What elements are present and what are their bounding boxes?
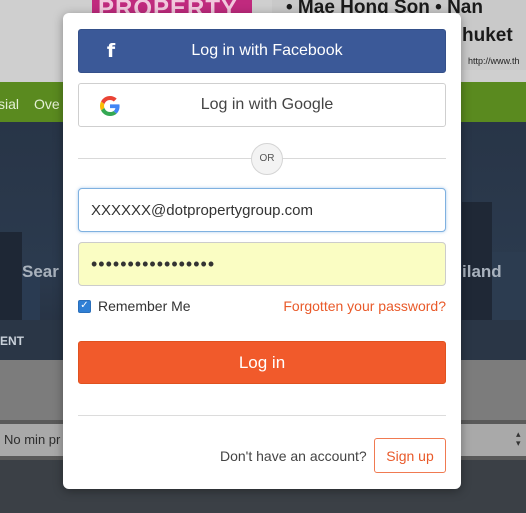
background-select-right [458, 424, 526, 456]
google-icon [100, 96, 120, 116]
or-divider-badge: OR [251, 143, 283, 175]
google-login-button[interactable]: Log in with Google [78, 83, 446, 127]
login-button[interactable]: Log in [78, 341, 446, 384]
footer-divider [78, 415, 446, 416]
background-hero-title-right: iland [462, 262, 502, 281]
password-field[interactable] [78, 242, 446, 286]
facebook-login-label: Log in with Facebook [191, 42, 343, 59]
checkmark-icon: ✓ [80, 300, 89, 311]
remember-me[interactable]: ✓ Remember Me [78, 298, 191, 314]
remember-me-checkbox[interactable]: ✓ [78, 299, 91, 313]
facebook-icon: f [106, 40, 116, 62]
background-nav-item: sial [0, 96, 20, 112]
background-nav-item: Ove [34, 96, 60, 112]
signup-button[interactable]: Sign up [374, 438, 446, 473]
facebook-login-button[interactable]: f Log in with Facebook [78, 29, 446, 73]
background-hero-title-left: Sear [22, 262, 59, 281]
banner-url: http://www.th [468, 56, 520, 66]
email-field[interactable] [78, 188, 446, 232]
forgot-password-link[interactable]: Forgotten your password? [283, 298, 446, 314]
background-tab: ENT [0, 334, 24, 348]
banner-line-2: huket [462, 25, 513, 46]
google-login-label: Log in with Google [200, 96, 334, 113]
remember-me-label: Remember Me [98, 298, 191, 314]
no-account-text: Don't have an account? [220, 448, 367, 464]
login-modal: f Log in with Facebook Log in with Googl… [63, 13, 461, 489]
